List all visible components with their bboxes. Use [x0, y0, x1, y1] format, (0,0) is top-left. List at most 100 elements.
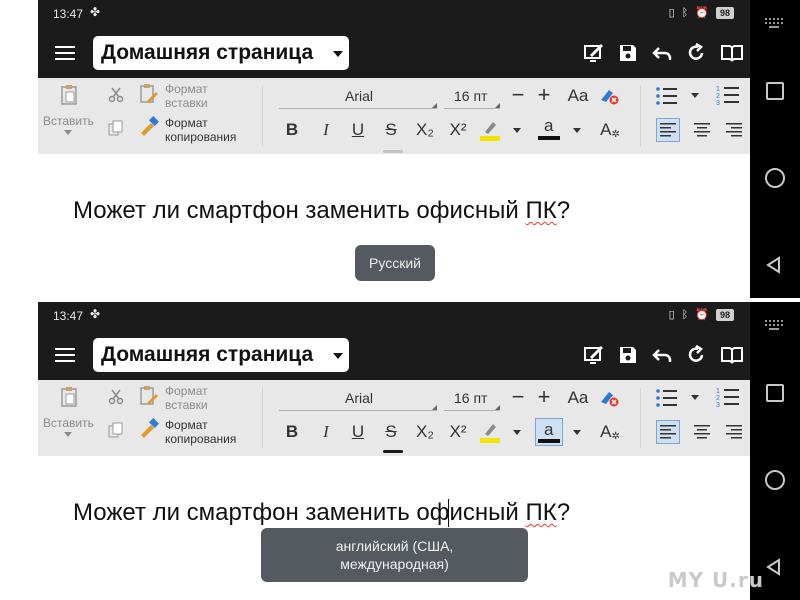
format-copy-label-2[interactable]: копирования	[165, 131, 236, 144]
copy-icon[interactable]	[108, 120, 124, 136]
bullet-list-dropdown-icon[interactable]	[691, 395, 699, 400]
align-center-button[interactable]	[690, 420, 714, 444]
tab-selector[interactable]: Домашняя страница	[93, 338, 349, 372]
format-paste-label-2[interactable]: вставки	[165, 97, 208, 110]
align-center-button[interactable]	[690, 118, 714, 142]
format-paste-label-1[interactable]: Формат	[165, 83, 208, 96]
format-copy-label-1[interactable]: Формат	[165, 419, 208, 432]
paste-icon[interactable]	[60, 84, 78, 106]
align-left-button[interactable]	[656, 118, 680, 142]
tab-selector[interactable]: Домашняя страница	[93, 36, 349, 70]
superscript-button[interactable]: X²	[445, 118, 471, 142]
underline-button[interactable]: U	[347, 118, 369, 142]
decrease-font-button[interactable]: −	[508, 384, 528, 409]
redo-icon[interactable]	[683, 342, 709, 368]
bold-button[interactable]: B	[281, 118, 303, 142]
font-name-field[interactable]: Arial	[345, 88, 373, 104]
copy-icon[interactable]	[108, 422, 124, 438]
save-icon[interactable]	[615, 342, 641, 368]
increase-font-button[interactable]: +	[534, 384, 554, 409]
highlight-icon[interactable]	[479, 420, 501, 444]
home-icon[interactable]	[765, 168, 785, 188]
bullet-list-icon[interactable]	[656, 388, 678, 408]
edit-view-icon[interactable]	[581, 342, 607, 368]
format-paste-label-1[interactable]: Формат	[165, 385, 208, 398]
format-copy-label-2[interactable]: копирования	[165, 433, 236, 446]
align-right-button[interactable]	[722, 420, 746, 444]
misspelled-word[interactable]: ПК	[525, 499, 556, 526]
bold-button[interactable]: B	[281, 420, 303, 444]
ribbon-drag-handle[interactable]	[383, 450, 403, 453]
clear-format-icon[interactable]	[598, 86, 620, 106]
bullet-list-icon[interactable]	[656, 86, 678, 106]
font-size-dropdown-icon[interactable]	[495, 405, 500, 410]
save-icon[interactable]	[615, 40, 641, 66]
decrease-font-button[interactable]: −	[508, 82, 528, 107]
character-style-button[interactable]: A ✲	[598, 420, 622, 444]
format-painter-icon[interactable]	[139, 116, 159, 136]
home-icon[interactable]	[765, 470, 785, 490]
highlight-dropdown-icon[interactable]	[513, 128, 521, 133]
cut-icon[interactable]	[108, 87, 124, 103]
paste-label[interactable]: Вставить	[43, 417, 94, 430]
menu-icon[interactable]	[55, 46, 75, 60]
increase-font-button[interactable]: +	[534, 82, 554, 107]
format-paste-label-2[interactable]: вставки	[165, 399, 208, 412]
format-paste-icon[interactable]	[139, 83, 159, 105]
highlight-dropdown-icon[interactable]	[513, 430, 521, 435]
document-paragraph[interactable]: Может ли смартфон заменить офисный ПК?	[73, 197, 570, 225]
undo-icon[interactable]	[649, 342, 675, 368]
keyboard-icon[interactable]	[765, 18, 783, 28]
undo-icon[interactable]	[649, 40, 675, 66]
recents-icon[interactable]	[766, 384, 784, 402]
highlight-icon[interactable]	[479, 118, 501, 142]
strikethrough-button[interactable]: S	[380, 118, 402, 142]
format-paste-icon[interactable]	[139, 385, 159, 407]
ribbon-drag-handle[interactable]	[383, 150, 403, 153]
clear-format-icon[interactable]	[598, 388, 620, 408]
change-case-button[interactable]: Aa	[565, 84, 591, 108]
paste-label[interactable]: Вставить	[43, 115, 94, 128]
font-color-dropdown-icon[interactable]	[573, 430, 581, 435]
align-right-button[interactable]	[722, 118, 746, 142]
align-left-button[interactable]	[656, 420, 680, 444]
superscript-button[interactable]: X²	[445, 420, 471, 444]
redo-icon[interactable]	[683, 40, 709, 66]
character-style-button[interactable]: A ✲	[598, 118, 622, 142]
numbered-list-icon[interactable]: 123	[716, 387, 740, 409]
document-paragraph[interactable]: Может ли смартфон заменить офисный ПК?	[73, 499, 570, 527]
bullet-list-dropdown-icon[interactable]	[691, 93, 699, 98]
cut-icon[interactable]	[108, 389, 124, 405]
back-icon[interactable]	[765, 558, 783, 581]
font-color-dropdown-icon[interactable]	[573, 128, 581, 133]
read-mode-icon[interactable]	[719, 40, 745, 66]
font-name-field[interactable]: Arial	[345, 390, 373, 406]
subscript-button[interactable]: X₂	[412, 420, 438, 444]
font-color-button[interactable]: a	[536, 116, 562, 142]
format-painter-icon[interactable]	[139, 418, 159, 438]
font-name-dropdown-icon[interactable]	[432, 405, 437, 410]
italic-button[interactable]: I	[315, 118, 337, 142]
font-size-field[interactable]: 16 пт	[454, 390, 487, 406]
subscript-button[interactable]: X₂	[412, 118, 438, 142]
font-size-dropdown-icon[interactable]	[495, 103, 500, 108]
paste-dropdown-icon[interactable]	[64, 432, 72, 437]
change-case-button[interactable]: Aa	[565, 386, 591, 410]
font-color-button[interactable]: a	[535, 418, 563, 446]
document-canvas[interactable]: Может ли смартфон заменить офисный ПК? Р…	[38, 154, 750, 298]
menu-icon[interactable]	[55, 348, 75, 362]
paste-icon[interactable]	[60, 386, 78, 408]
font-size-field[interactable]: 16 пт	[454, 88, 487, 104]
font-name-dropdown-icon[interactable]	[432, 103, 437, 108]
back-icon[interactable]	[765, 256, 783, 279]
numbered-list-icon[interactable]: 123	[716, 85, 740, 107]
keyboard-icon[interactable]	[765, 320, 783, 330]
strikethrough-button[interactable]: S	[380, 420, 402, 444]
misspelled-word[interactable]: ПК	[525, 197, 556, 224]
underline-button[interactable]: U	[347, 420, 369, 444]
document-canvas[interactable]: Может ли смартфон заменить офисный ПК? а…	[38, 456, 750, 600]
format-copy-label-1[interactable]: Формат	[165, 117, 208, 130]
read-mode-icon[interactable]	[719, 342, 745, 368]
edit-view-icon[interactable]	[581, 40, 607, 66]
italic-button[interactable]: I	[315, 420, 337, 444]
